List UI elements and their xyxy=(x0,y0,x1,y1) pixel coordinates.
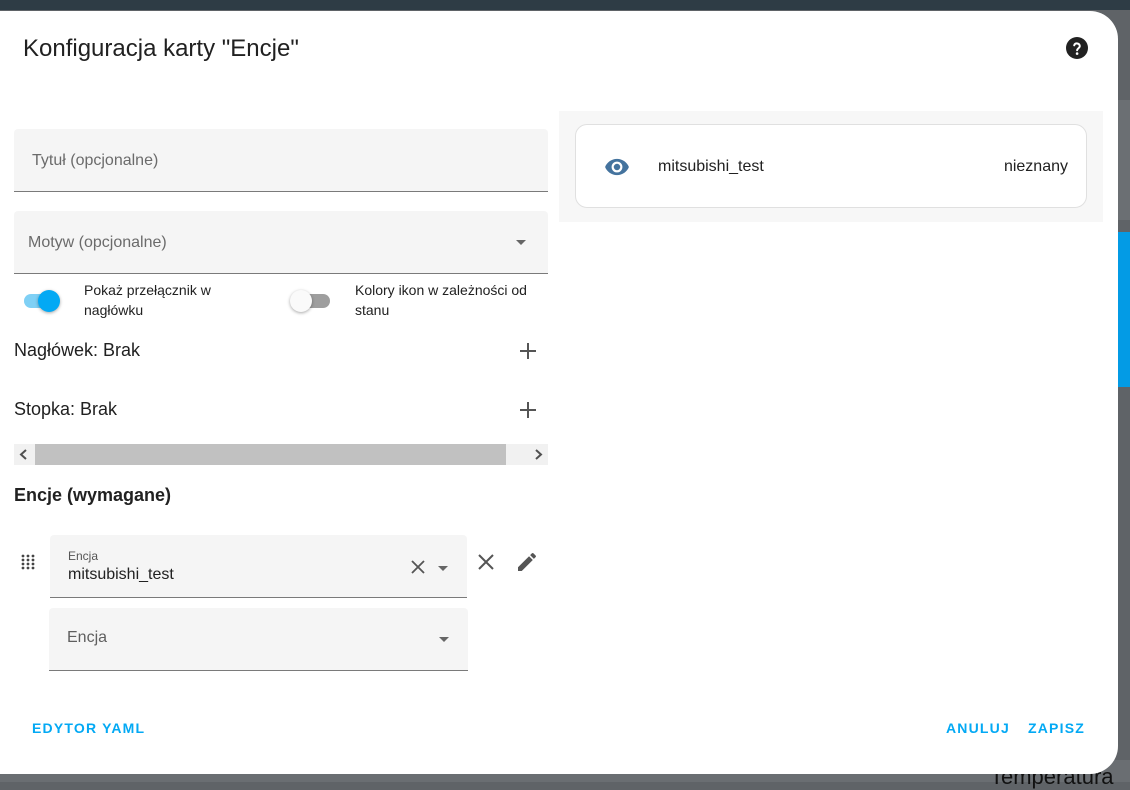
theme-select[interactable]: Motyw (opcjonalne) xyxy=(14,211,548,274)
show-header-toggle-label: Pokaż przełącznik w nagłówku xyxy=(84,282,211,318)
add-entity-placeholder: Encja xyxy=(67,629,108,646)
edit-entity-pencil-icon[interactable] xyxy=(515,550,539,574)
entities-card-preview: mitsubishi_test nieznany xyxy=(575,124,1087,208)
state-color-toggle-label: Kolory ikon w zależności od stanu xyxy=(355,282,527,318)
dialog-title: Konfiguracja karty "Encje" xyxy=(23,35,299,62)
eye-icon[interactable] xyxy=(604,154,630,180)
yaml-editor-button[interactable]: EDYTOR YAML xyxy=(32,720,145,736)
save-button[interactable]: ZAPISZ xyxy=(1028,720,1085,736)
theme-select-placeholder: Motyw (opcjonalne) xyxy=(28,234,167,251)
show-header-toggle[interactable] xyxy=(18,288,62,312)
drag-handle-icon[interactable] xyxy=(18,552,38,572)
scroll-right-icon[interactable] xyxy=(528,444,548,465)
remove-entity-close-icon[interactable] xyxy=(474,550,498,574)
entity-picker[interactable]: Encja mitsubishi_test xyxy=(50,535,467,598)
background-app-bar xyxy=(0,0,1130,10)
entity-picker-label: Encja xyxy=(68,549,99,563)
state-color-toggle[interactable] xyxy=(290,288,334,312)
chevron-down-icon xyxy=(516,240,526,245)
footer-label: Stopka: Brak xyxy=(14,399,118,419)
clear-icon[interactable] xyxy=(408,557,428,577)
entities-section-title: Encje (wymagane) xyxy=(14,485,172,505)
preview-entity-state: nieznany xyxy=(1003,158,1068,175)
add-entity-picker[interactable]: Encja xyxy=(49,608,468,671)
scroll-left-icon[interactable] xyxy=(14,444,34,465)
chevron-down-icon[interactable] xyxy=(438,566,448,571)
add-header-plus-icon[interactable] xyxy=(516,339,540,363)
horizontal-scrollbar[interactable] xyxy=(14,444,548,465)
add-footer-plus-icon[interactable] xyxy=(516,398,540,422)
entity-picker-value: mitsubishi_test xyxy=(68,566,174,583)
title-input[interactable]: Tytuł (opcjonalne) xyxy=(14,129,548,192)
header-label: Nagłówek: Brak xyxy=(14,340,141,360)
help-icon[interactable] xyxy=(1065,36,1089,60)
preview-entity-name[interactable]: mitsubishi_test xyxy=(658,158,764,176)
title-input-placeholder: Tytuł (opcjonalne) xyxy=(32,152,159,169)
card-config-dialog: Konfiguracja karty "Encje" Tytuł (opcjon… xyxy=(0,11,1118,774)
scrollbar-thumb[interactable] xyxy=(35,444,506,465)
chevron-down-icon xyxy=(439,637,449,642)
cancel-button[interactable]: ANULUJ xyxy=(946,720,1010,736)
